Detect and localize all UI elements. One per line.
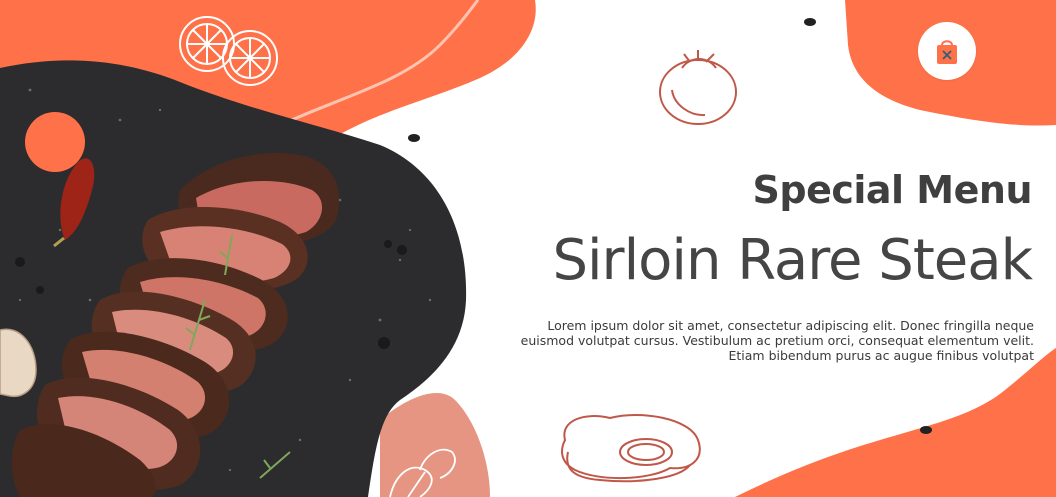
page-title: Sirloin Rare Steak bbox=[552, 228, 1033, 293]
shopping-bag-button[interactable] bbox=[918, 22, 976, 80]
tomato-sketch bbox=[659, 50, 737, 125]
black-dot bbox=[920, 426, 932, 434]
orange-dot bbox=[25, 112, 85, 172]
black-dot bbox=[408, 134, 420, 142]
black-dot bbox=[804, 18, 816, 26]
eyebrow-heading: Special Menu bbox=[752, 168, 1033, 212]
orange-blob-bottom-right bbox=[735, 348, 1056, 497]
description-text: Lorem ipsum dolor sit amet, consectetur … bbox=[520, 318, 1034, 363]
egg-sketch bbox=[561, 413, 701, 483]
menu-banner: Special Menu Sirloin Rare Steak Lorem ip… bbox=[0, 0, 1056, 497]
shopping-bag-icon bbox=[937, 40, 957, 64]
